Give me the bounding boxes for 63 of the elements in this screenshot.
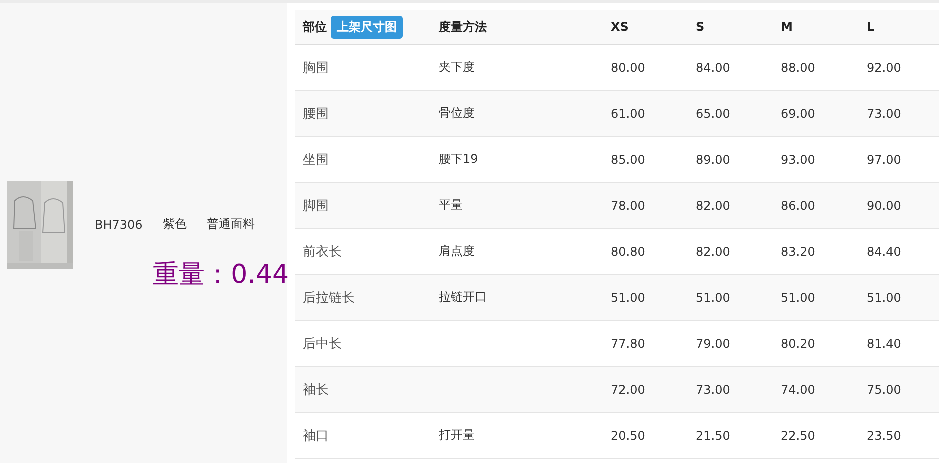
size-value-cell: 80.20: [781, 336, 816, 350]
size-value-cell: 84.00: [696, 60, 730, 74]
method-cell: 腰下19: [439, 152, 478, 166]
size-value-cell: 77.80: [611, 336, 646, 350]
size-value-cell: 69.00: [781, 106, 816, 120]
size-value-cell: 74.00: [781, 382, 816, 396]
size-value-cell: 93.00: [781, 152, 816, 166]
part-cell: 袖长: [303, 382, 329, 398]
size-value-cell: 84.40: [867, 244, 902, 258]
size-value-cell: 89.00: [696, 152, 730, 166]
size-value-cell: 81.40: [867, 336, 902, 350]
part-cell: 前衣长: [303, 244, 342, 260]
color-label: 紫色: [162, 216, 187, 233]
column-header: L: [867, 20, 875, 34]
size-value-cell: 79.00: [696, 336, 730, 350]
column-header: S: [696, 20, 705, 34]
size-value-cell: 22.50: [781, 428, 816, 442]
size-value-cell: 92.00: [867, 60, 902, 74]
size-value-cell: 80.00: [611, 60, 646, 74]
size-value-cell: 51.00: [867, 290, 902, 304]
column-header: M: [781, 20, 793, 34]
part-cell: 后拉链长: [303, 290, 355, 306]
size-value-cell: 78.00: [611, 198, 646, 212]
method-cell: 平量: [439, 198, 463, 212]
size-value-cell: 90.00: [867, 198, 902, 212]
weight-label: 重量：0.44: [153, 258, 289, 292]
column-header: 部位: [303, 20, 327, 34]
product-code: BH7306: [95, 218, 143, 232]
size-value-cell: 51.00: [696, 290, 730, 304]
method-cell: 骨位度: [439, 106, 475, 120]
part-cell: 腰围: [303, 106, 329, 122]
size-chart-button[interactable]: 上架尺寸图: [331, 16, 403, 38]
size-value-cell: 82.00: [696, 198, 730, 212]
size-value-cell: 21.50: [696, 428, 730, 442]
size-value-cell: 73.00: [696, 382, 730, 396]
method-cell: 拉链开口: [439, 290, 487, 304]
method-cell: 打开量: [439, 428, 475, 442]
size-value-cell: 83.20: [781, 244, 816, 258]
part-cell: 胸围: [303, 60, 329, 76]
method-cell: 夹下度: [439, 60, 475, 74]
size-value-cell: 85.00: [611, 152, 646, 166]
method-cell: 肩点度: [439, 244, 475, 258]
size-value-cell: 51.00: [611, 290, 646, 304]
part-cell: 脚围: [303, 198, 329, 214]
column-header: 度量方法: [439, 20, 487, 34]
part-cell: 坐围: [303, 152, 329, 168]
size-value-cell: 65.00: [696, 106, 730, 120]
size-value-cell: 88.00: [781, 60, 816, 74]
size-value-cell: 61.00: [611, 106, 646, 120]
fabric-label: 普通面料: [206, 216, 255, 233]
size-value-cell: 75.00: [867, 382, 902, 396]
size-value-cell: 72.00: [611, 382, 646, 396]
size-value-cell: 80.80: [611, 244, 646, 258]
column-header: XS: [611, 20, 629, 34]
size-value-cell: 51.00: [781, 290, 816, 304]
size-value-cell: 23.50: [867, 428, 902, 442]
size-value-cell: 97.00: [867, 152, 902, 166]
part-cell: 袖口: [303, 428, 329, 444]
size-value-cell: 86.00: [781, 198, 816, 212]
size-value-cell: 73.00: [867, 106, 902, 120]
part-cell: 后中长: [303, 336, 342, 352]
size-value-cell: 20.50: [611, 428, 646, 442]
size-value-cell: 82.00: [696, 244, 730, 258]
